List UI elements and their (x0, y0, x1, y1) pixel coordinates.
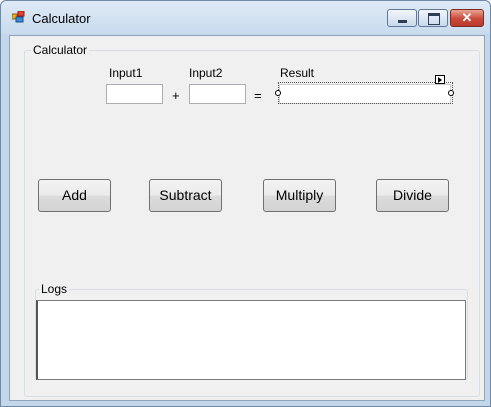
resize-handle-left[interactable] (275, 90, 281, 96)
subtract-button[interactable]: Subtract (149, 179, 222, 212)
logs-textarea[interactable] (36, 300, 466, 380)
window-title: Calculator (32, 11, 91, 26)
resize-handle-right[interactable] (448, 90, 454, 96)
input2-label: Input2 (189, 66, 223, 80)
input2-field[interactable] (189, 84, 246, 104)
input1-field[interactable] (106, 84, 163, 104)
title-bar[interactable]: Calculator ✕ (1, 1, 490, 34)
result-label: Result (280, 66, 315, 80)
close-icon: ✕ (461, 10, 473, 25)
calculator-group-label: Calculator (31, 43, 90, 57)
multiply-button[interactable]: Multiply (263, 179, 336, 212)
minimize-icon (398, 20, 407, 23)
form-client-area: Calculator Input1 + Input2 = Result Add … (9, 35, 485, 401)
maximize-icon (428, 13, 440, 25)
smart-tag-arrow-icon[interactable] (435, 75, 445, 84)
calculator-app-icon (11, 10, 26, 23)
designer-selection-outline (278, 82, 453, 104)
logs-group-label: Logs (39, 282, 70, 296)
input1-label: Input1 (109, 66, 143, 80)
equals-sign: = (254, 88, 262, 103)
maximize-button[interactable] (418, 9, 448, 27)
divide-button[interactable]: Divide (376, 179, 449, 212)
calculator-window: Calculator ✕ Calculator Input1 + Input2 … (0, 0, 491, 407)
close-button[interactable]: ✕ (450, 9, 484, 27)
add-button[interactable]: Add (38, 179, 111, 212)
plus-sign: + (172, 88, 180, 103)
minimize-button[interactable] (387, 9, 417, 27)
